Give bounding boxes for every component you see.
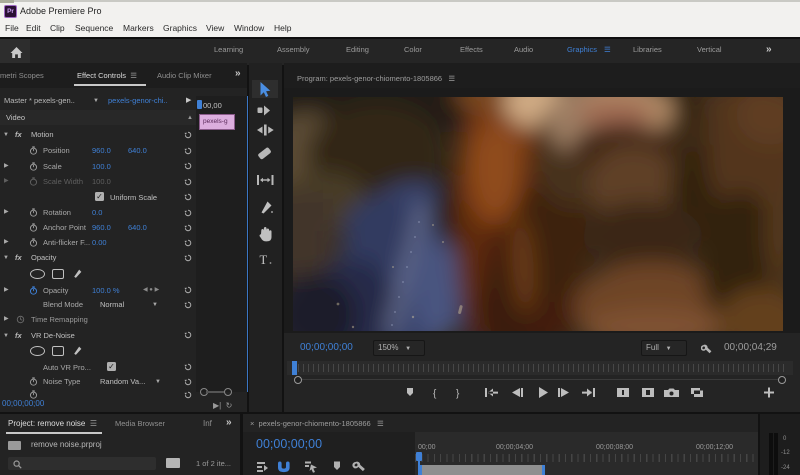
svg-text:{: {	[433, 389, 437, 400]
svg-text:T: T	[260, 253, 268, 267]
svg-text:}: }	[456, 389, 460, 400]
